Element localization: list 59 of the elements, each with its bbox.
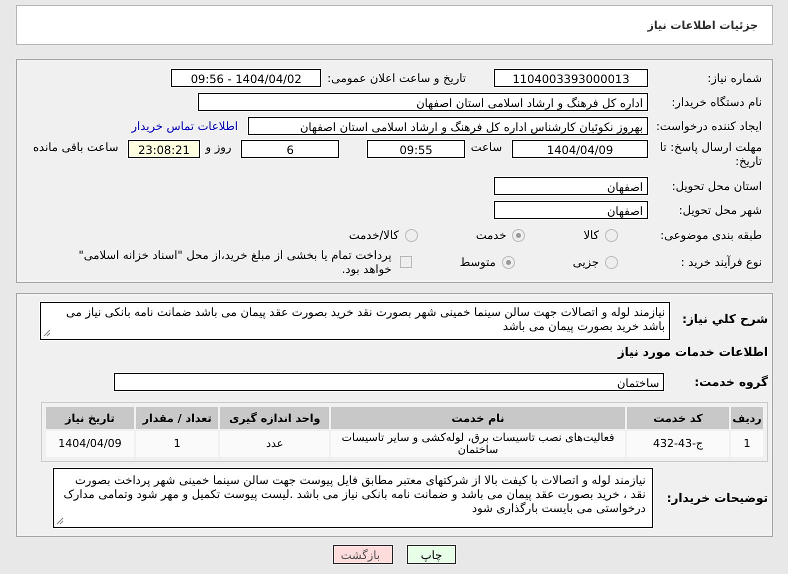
option-label: کالا (583, 228, 599, 242)
column-header: نام خدمت (331, 407, 625, 429)
checkbox[interactable] (400, 256, 412, 268)
option-label: متوسط (460, 255, 496, 269)
option-label: کالا/خدمت (348, 228, 399, 242)
radio-button[interactable] (605, 256, 618, 268)
field-label: ایجاد کننده درخواست: (655, 119, 762, 133)
field-label: استان محل تحویل: (670, 179, 762, 193)
resize-grip-icon[interactable] (56, 517, 64, 525)
date-field: 1404/04/09 (512, 140, 648, 158)
contact-link[interactable]: اطلاعات تماس خریدار (131, 119, 238, 133)
description-text: نیازمند لوله و اتصالات جهت سالن سینما خمینی شهر بصورت نقد خرید بصورت عقد پیمان می باشد ضمانت نامه بانکی نیاز می باشد خرید بصورت پیمان می باشد (66, 305, 666, 333)
column-header: کد خدمت (627, 407, 729, 429)
table-cell: عدد (220, 431, 329, 457)
field-label: تاریخ و ساعت اعلان عمومی: (327, 71, 466, 85)
field-label: نام دستگاه خریدار: (670, 95, 762, 109)
print-button[interactable]: چاپ (407, 545, 456, 564)
days-label: روز و (206, 140, 232, 154)
field-label: مهلت ارسال پاسخ: تا تاریخ: (658, 140, 762, 168)
table-cell: فعالیت‌های نصب تاسیسات برق، لوله‌کشی و سایر تاسیسات ساختمان (331, 431, 625, 457)
province-field: اصفهان (494, 177, 648, 195)
resize-grip-icon[interactable] (43, 329, 52, 337)
table-cell: ج-43-432 (627, 431, 729, 457)
radio-button[interactable] (605, 228, 618, 242)
requester-field: بهروز نکوئیان کارشناس اداره کل فرهنگ و ارشاد اسلامی استان اصفهان (248, 117, 648, 135)
field-label: شماره نیاز: (706, 71, 762, 85)
description-label: شرح كلي نياز: (682, 312, 768, 326)
notes-text: نیازمند لوله و اتصالات با کیفت بالا از شرکتهای معتبر مطابق فایل پیوست جهت سالن سینما خمینی شهر پرداخت بصورت نقد ، خرید بصورت عقد پیمان می باشد و ضمانت نامه بانکی نیاز می باشد .لیست پیوست تکمیل و مهر شود وتمامی مدارک درخواستی می بایست بارگذاری شود (63, 473, 646, 515)
column-header: واحد اندازه گیری (220, 407, 329, 429)
column-header: تعداد / مقدار (136, 407, 218, 429)
service-group-field: ساختمان (114, 373, 664, 391)
table-cell: 1 (136, 431, 218, 457)
days-field: 6 (241, 140, 339, 158)
option-label: خدمت (476, 228, 506, 242)
table-cell: 1404/04/09 (46, 431, 134, 457)
section-title: اطلاعات خدمات مورد نیاز (618, 345, 768, 359)
announce-date-field: 1404/04/02 - 09:56 (171, 69, 322, 87)
table-cell: 1 (731, 431, 763, 457)
buyer-field: اداره کل فرهنگ و ارشاد اسلامی استان اصفهان (198, 93, 648, 111)
notes-label: توضیحات خریدار: (666, 491, 768, 505)
city-field: اصفهان (494, 201, 648, 219)
radio-button[interactable] (512, 228, 526, 242)
radio-button[interactable] (404, 228, 418, 242)
need-number-field: 1104003393000013 (494, 69, 648, 87)
remaining-label: ساعت باقی مانده (33, 140, 118, 154)
field-label: نوع فرآیند خرید : (680, 255, 762, 269)
radio-button[interactable] (502, 256, 515, 268)
back-button[interactable]: بازگشت (333, 545, 393, 564)
payment-note: پرداخت تمام یا بخشی از مبلغ خرید،از محل "اسناد خزانه اسلامی" خواهد بود. (77, 248, 392, 276)
field-label: طبقه بندی موضوعی: (659, 228, 762, 242)
column-header: تاریخ نیاز (46, 407, 134, 429)
time-label: ساعت (470, 140, 502, 154)
remaining-time-field: 23:08:21 (128, 140, 200, 158)
field-label: شهر محل تحویل: (678, 203, 762, 217)
column-header: ردیف (731, 407, 763, 429)
service-group-label: گروه خدمت: (694, 375, 768, 389)
time-field: 09:55 (367, 140, 465, 158)
option-label: جزیی (572, 255, 599, 269)
page-title: جزئیات اطلاعات نیاز (648, 18, 758, 32)
